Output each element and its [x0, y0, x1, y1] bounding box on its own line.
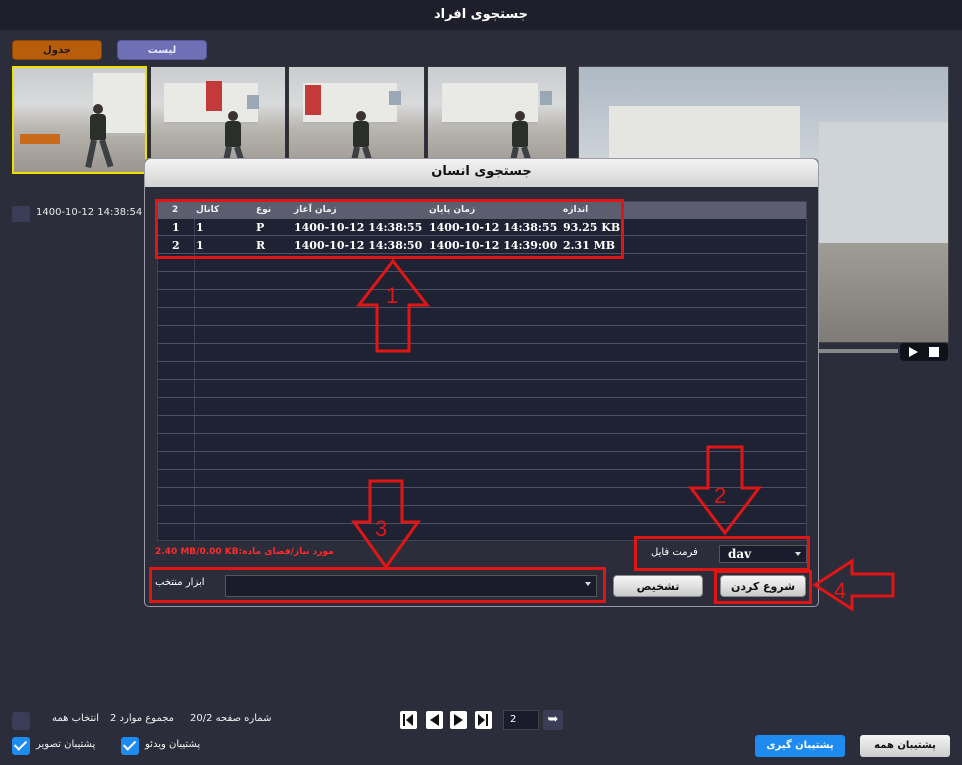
first-page-button[interactable] — [400, 711, 417, 729]
image-backup-label: پشتیبان تصویر — [36, 739, 96, 750]
empty-row — [158, 363, 806, 380]
empty-row — [158, 327, 806, 344]
stop-icon[interactable] — [929, 347, 939, 357]
annotation-box-results — [155, 199, 624, 259]
annotation-number-2: 2 — [714, 483, 727, 508]
video-backup-checkbox[interactable] — [121, 737, 139, 755]
diagnose-button[interactable]: تشخیص — [613, 575, 703, 597]
total-items-label: 2 مجموع موارد — [110, 713, 175, 724]
empty-row — [158, 399, 806, 416]
image-backup-checkbox[interactable] — [12, 737, 30, 755]
annotation-number-1: 1 — [386, 283, 399, 308]
window-title: جستجوی افراد — [0, 0, 962, 30]
tab-list[interactable]: لیست — [117, 40, 207, 60]
backup-button[interactable]: پشتیبان گیری — [755, 735, 845, 757]
thumbnail-checkbox[interactable] — [12, 206, 30, 222]
thumbnail-timestamp: 1400-10-12 14:38:54 — [36, 207, 143, 218]
empty-row — [158, 273, 806, 290]
dialog-title: جستجوی انسان — [145, 159, 818, 187]
page-number-label: 20/2 شماره صفحه — [190, 713, 272, 724]
page-input[interactable]: 2 — [503, 710, 539, 730]
last-page-button[interactable] — [475, 711, 492, 729]
backup-all-button[interactable]: پشتیبان همه — [860, 735, 950, 757]
thumbnail-1[interactable] — [12, 66, 147, 174]
annotation-box-start — [714, 570, 812, 604]
select-all-label: انتخاب همه — [52, 713, 100, 724]
annotation-number-3: 3 — [375, 516, 388, 541]
select-all-checkbox[interactable] — [12, 712, 30, 730]
empty-row — [158, 291, 806, 308]
tab-table[interactable]: جدول — [12, 40, 102, 60]
video-backup-label: پشتیبان ویدئو — [145, 739, 201, 750]
annotation-box-tools — [149, 567, 606, 603]
empty-row — [158, 381, 806, 398]
used-space-text: 2.40 MB/0.00 KB:مورد نیاز/فضای ماده — [155, 547, 334, 557]
arrow-left-icon — [812, 558, 895, 612]
playback-progress[interactable] — [818, 349, 898, 353]
prev-page-button[interactable] — [426, 711, 443, 729]
annotation-number-4: 4 — [834, 578, 847, 603]
next-page-button[interactable] — [450, 711, 467, 729]
play-icon[interactable] — [909, 347, 918, 357]
empty-row — [158, 345, 806, 362]
empty-row — [158, 309, 806, 326]
empty-row — [158, 417, 806, 434]
annotation-box-format — [634, 536, 810, 571]
playback-controls — [900, 343, 948, 361]
go-page-icon[interactable]: ➥ — [543, 710, 563, 730]
